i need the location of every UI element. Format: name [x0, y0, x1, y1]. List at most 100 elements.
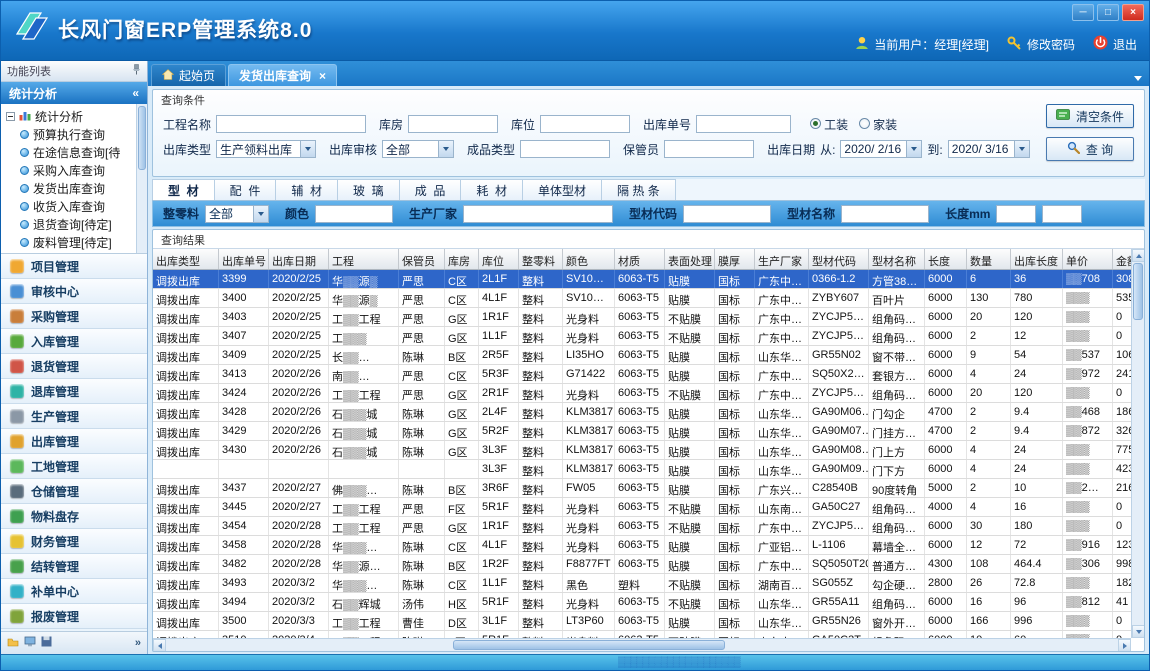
- length-min-input[interactable]: [996, 205, 1036, 223]
- table-horizontal-scrollbar[interactable]: [153, 638, 1131, 651]
- table-row[interactable]: 调拨出库34372020/2/27佛▒▒▒…陈琳B区3R6F整料FW056063…: [153, 479, 1131, 498]
- sidebar-item-purchase[interactable]: 采购管理: [1, 304, 147, 329]
- material-tab-0[interactable]: 型 材: [152, 179, 215, 200]
- column-header[interactable]: 型材代码: [809, 249, 869, 269]
- tree-item[interactable]: 收货入库查询: [6, 197, 135, 215]
- order-no-input[interactable]: [696, 115, 791, 133]
- sidebar-item-site[interactable]: 工地管理: [1, 454, 147, 479]
- sidebar-section-stats[interactable]: 统计分析 «: [1, 82, 147, 104]
- warehouse-input[interactable]: [408, 115, 498, 133]
- search-button[interactable]: 查 询: [1046, 137, 1134, 161]
- column-header[interactable]: 出库长度: [1011, 249, 1063, 269]
- collapse-icon[interactable]: «: [132, 86, 139, 100]
- table-row[interactable]: 调拨出库34002020/2/25华▒▒源▒严思C区4L1F整料SV10…606…: [153, 289, 1131, 308]
- material-tab-7[interactable]: 隔 热 条: [602, 179, 676, 200]
- tab-list-caret-icon[interactable]: [1134, 76, 1142, 81]
- sidebar-item-finance[interactable]: 财务管理: [1, 529, 147, 554]
- more-chevron-icon[interactable]: »: [135, 637, 141, 649]
- sidebar-item-audit-center[interactable]: 审核中心: [1, 279, 147, 304]
- material-tab-3[interactable]: 玻 璃: [338, 179, 400, 200]
- whole-part-select[interactable]: 全部: [205, 205, 269, 223]
- table-row[interactable]: 调拨出库34822020/2/28华▒▒源…陈琳B区1R2F整料F8877FT6…: [153, 555, 1131, 574]
- project-name-input[interactable]: [216, 115, 366, 133]
- table-row[interactable]: 调拨出库34282020/2/26石▒▒▒城陈琳G区2L4F整料KLM38176…: [153, 403, 1131, 422]
- pin-icon[interactable]: [132, 64, 141, 78]
- table-row[interactable]: 调拨出库34292020/2/26石▒▒▒城陈琳G区5R2F整料KLM38176…: [153, 422, 1131, 441]
- outbound-type-select[interactable]: 生产领料出库: [216, 140, 316, 158]
- change-password-link[interactable]: 修改密码: [1007, 36, 1075, 53]
- tree-scrollbar-thumb[interactable]: [138, 106, 146, 170]
- column-header[interactable]: 型材名称: [869, 249, 925, 269]
- radio-gongzhuang[interactable]: 工装: [810, 116, 848, 133]
- column-header[interactable]: 出库类型: [153, 249, 219, 269]
- disk-icon[interactable]: [41, 634, 52, 652]
- product-type-input[interactable]: [520, 140, 610, 158]
- profile-name-input[interactable]: [841, 205, 929, 223]
- material-tab-1[interactable]: 配 件: [215, 179, 277, 200]
- column-header[interactable]: 整零料: [519, 249, 563, 269]
- radio-jiazhuang[interactable]: 家装: [859, 116, 897, 133]
- table-row[interactable]: 调拨出库34302020/2/26石▒▒▒城陈琳G区3L3F整料KLM38176…: [153, 441, 1131, 460]
- horizontal-scroll-thumb[interactable]: [453, 640, 725, 650]
- close-button[interactable]: ×: [1122, 4, 1144, 21]
- table-row[interactable]: 调拨出库34452020/2/27工▒▒工程严思F区5R1F整料光身料6063-…: [153, 498, 1131, 517]
- material-tab-2[interactable]: 辅 材: [276, 179, 338, 200]
- column-header[interactable]: 长度: [925, 249, 967, 269]
- tree-item[interactable]: 废料管理[待定]: [6, 233, 135, 251]
- column-header[interactable]: 生产厂家: [755, 249, 809, 269]
- column-header[interactable]: 出库日期: [269, 249, 329, 269]
- table-vertical-scrollbar[interactable]: [1131, 249, 1144, 638]
- tree-expander-icon[interactable]: [6, 112, 15, 121]
- sidebar-item-inbound[interactable]: 入库管理: [1, 329, 147, 354]
- tree-item[interactable]: 在途信息查询[待: [6, 143, 135, 161]
- tab-shipping-outbound-query[interactable]: 发货出库查询 ×: [228, 64, 337, 86]
- tree-item[interactable]: 退货查询[待定]: [6, 215, 135, 233]
- table-row[interactable]: 调拨出库34582020/2/28华▒▒▒…陈琳C区4L1F整料光身料6063-…: [153, 536, 1131, 555]
- color-input[interactable]: [315, 205, 393, 223]
- date-to-picker[interactable]: 2020/ 3/16: [948, 140, 1030, 158]
- table-row[interactable]: 调拨出库34942020/3/2石▒▒辉城汤伟H区5R1F整料光身料6063-T…: [153, 593, 1131, 612]
- column-header[interactable]: 金额: [1113, 249, 1131, 269]
- sidebar-item-scrap[interactable]: 报废管理: [1, 604, 147, 629]
- sidebar-item-production[interactable]: 生产管理: [1, 404, 147, 429]
- material-tab-6[interactable]: 单体型材: [523, 179, 602, 200]
- column-header[interactable]: 保管员: [399, 249, 445, 269]
- material-tab-4[interactable]: 成 品: [400, 179, 462, 200]
- material-tab-5[interactable]: 耗 材: [461, 179, 523, 200]
- table-row[interactable]: 3L3F整料KLM38176063-T5贴膜国标山东华…GA90M09…门下方6…: [153, 460, 1131, 479]
- length-max-input[interactable]: [1042, 205, 1082, 223]
- column-header[interactable]: 工程: [329, 249, 399, 269]
- sidebar-item-project-folder[interactable]: 项目管理: [1, 254, 147, 279]
- manufacturer-input[interactable]: [463, 205, 613, 223]
- sidebar-item-return-goods[interactable]: 退货管理: [1, 354, 147, 379]
- tree-item[interactable]: 预算执行查询: [6, 125, 135, 143]
- audit-select[interactable]: 全部: [382, 140, 454, 158]
- folder-icon[interactable]: [7, 634, 19, 652]
- location-input[interactable]: [540, 115, 630, 133]
- tree-root[interactable]: 统计分析: [6, 107, 135, 125]
- tree-item[interactable]: 采购入库查询: [6, 161, 135, 179]
- table-row[interactable]: 调拨出库34542020/2/28工▒▒工程严思G区1R1F整料光身料6063-…: [153, 517, 1131, 536]
- sidebar-item-inventory[interactable]: 物料盘存: [1, 504, 147, 529]
- tree-scrollbar[interactable]: [136, 104, 147, 253]
- sidebar-item-warehouse[interactable]: 仓储管理: [1, 479, 147, 504]
- tab-close-icon[interactable]: ×: [319, 69, 326, 83]
- date-from-picker[interactable]: 2020/ 2/16: [840, 140, 922, 158]
- column-header[interactable]: 库房: [445, 249, 479, 269]
- table-row[interactable]: 调拨出库34932020/3/2华▒▒▒…陈琳C区1L1F整料黑色塑料不贴膜国标…: [153, 574, 1131, 593]
- computer-icon[interactable]: [24, 634, 36, 652]
- sidebar-item-carryover[interactable]: 结转管理: [1, 554, 147, 579]
- column-header[interactable]: 表面处理: [665, 249, 715, 269]
- table-row[interactable]: 调拨出库34032020/2/25工▒▒工程严思G区1R1F整料光身料6063-…: [153, 308, 1131, 327]
- column-header[interactable]: 单价: [1063, 249, 1113, 269]
- table-row[interactable]: 调拨出库35002020/3/3工▒▒工程曹佳D区3L1F整料LT3P60606…: [153, 612, 1131, 631]
- minimize-button[interactable]: ─: [1072, 4, 1094, 21]
- table-row[interactable]: 调拨出库34132020/2/26南▒▒…严思C区5R3F整料G71422606…: [153, 365, 1131, 384]
- profile-code-input[interactable]: [683, 205, 771, 223]
- sidebar-item-outbound[interactable]: 出库管理: [1, 429, 147, 454]
- sidebar-item-return-stock[interactable]: 退库管理: [1, 379, 147, 404]
- scroll-right-button[interactable]: [1118, 639, 1131, 651]
- keeper-input[interactable]: [664, 140, 754, 158]
- vertical-scroll-thumb[interactable]: [1133, 263, 1143, 320]
- scroll-down-button[interactable]: [1132, 625, 1144, 638]
